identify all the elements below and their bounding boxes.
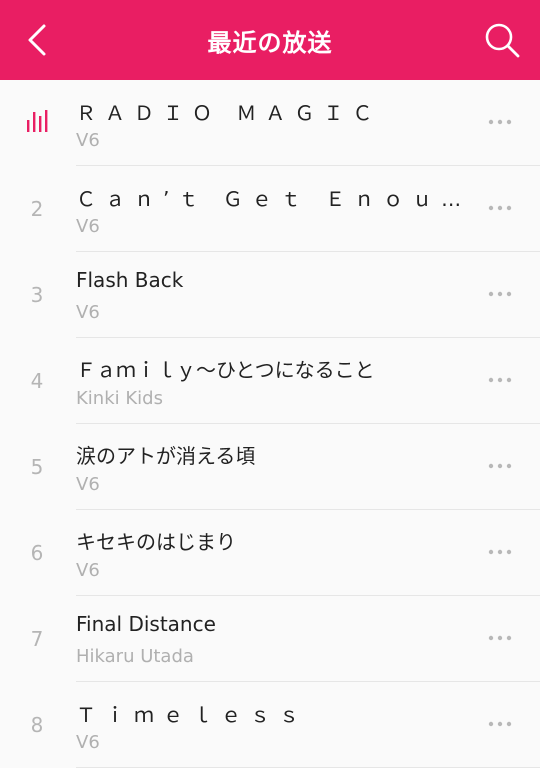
track-row[interactable]: ＲＡＤＩＯ ＭＡＧＩＣ V6	[0, 80, 540, 166]
app-header: 最近の放送	[0, 0, 540, 80]
more-options-icon[interactable]	[486, 630, 516, 646]
more-options-icon[interactable]	[486, 114, 516, 130]
track-title: 涙のアトが消える頃	[76, 444, 256, 468]
track-title: ＲＡＤＩＯ ＭＡＧＩＣ	[76, 101, 382, 125]
search-icon[interactable]	[482, 20, 522, 60]
track-number: 4	[30, 369, 44, 393]
track-title: Flash Back	[76, 268, 184, 292]
track-row[interactable]: 2 Ｃａｎ’ｔ Ｇｅｔ Ｅｎｏｕｇｈ（セ… V6	[0, 166, 540, 252]
track-number: 6	[30, 541, 44, 565]
track-row[interactable]: 3 Flash Back V6	[0, 252, 540, 338]
more-options-icon[interactable]	[486, 200, 516, 216]
track-artist: V6	[76, 560, 100, 581]
track-artist: V6	[76, 732, 100, 753]
more-options-icon[interactable]	[486, 544, 516, 560]
track-number: 2	[30, 197, 44, 221]
track-row[interactable]: 5 涙のアトが消える頃 V6	[0, 424, 540, 510]
track-row[interactable]: 7 Final Distance Hikaru Utada	[0, 596, 540, 682]
track-artist: V6	[76, 130, 100, 151]
track-title: Final Distance	[76, 612, 216, 636]
track-number: 8	[30, 713, 44, 737]
more-options-icon[interactable]	[486, 716, 516, 732]
track-title: Ｃａｎ’ｔ Ｇｅｔ Ｅｎｏｕｇｈ（セ…	[76, 187, 468, 211]
track-title: Ｆａｍｉｌｙ～ひとつになること	[76, 358, 375, 382]
track-title: Ｔｉｍｅｌｅｓｓ	[76, 703, 308, 727]
page-title: 最近の放送	[207, 29, 333, 57]
track-artist: V6	[76, 474, 100, 495]
track-number: 7	[30, 627, 44, 651]
track-row[interactable]: 4 Ｆａｍｉｌｙ～ひとつになること Kinki Kids	[0, 338, 540, 424]
track-row[interactable]: 6 キセキのはじまり V6	[0, 510, 540, 596]
track-artist: V6	[76, 302, 100, 323]
more-options-icon[interactable]	[486, 458, 516, 474]
track-artist: Hikaru Utada	[76, 646, 194, 667]
track-row[interactable]: 8 Ｔｉｍｅｌｅｓｓ V6	[0, 682, 540, 768]
track-title: キセキのはじまり	[76, 530, 236, 554]
more-options-icon[interactable]	[486, 372, 516, 388]
track-list: ＲＡＤＩＯ ＭＡＧＩＣ V6 2 Ｃａｎ’ｔ Ｇｅｔ Ｅｎｏｕｇｈ（セ… V6 3 Flas…	[0, 80, 540, 768]
more-options-icon[interactable]	[486, 286, 516, 302]
track-number: 5	[30, 455, 44, 479]
equalizer-icon	[27, 110, 48, 132]
track-artist: V6	[76, 216, 100, 237]
track-number: 3	[30, 283, 44, 307]
track-artist: Kinki Kids	[76, 388, 163, 409]
